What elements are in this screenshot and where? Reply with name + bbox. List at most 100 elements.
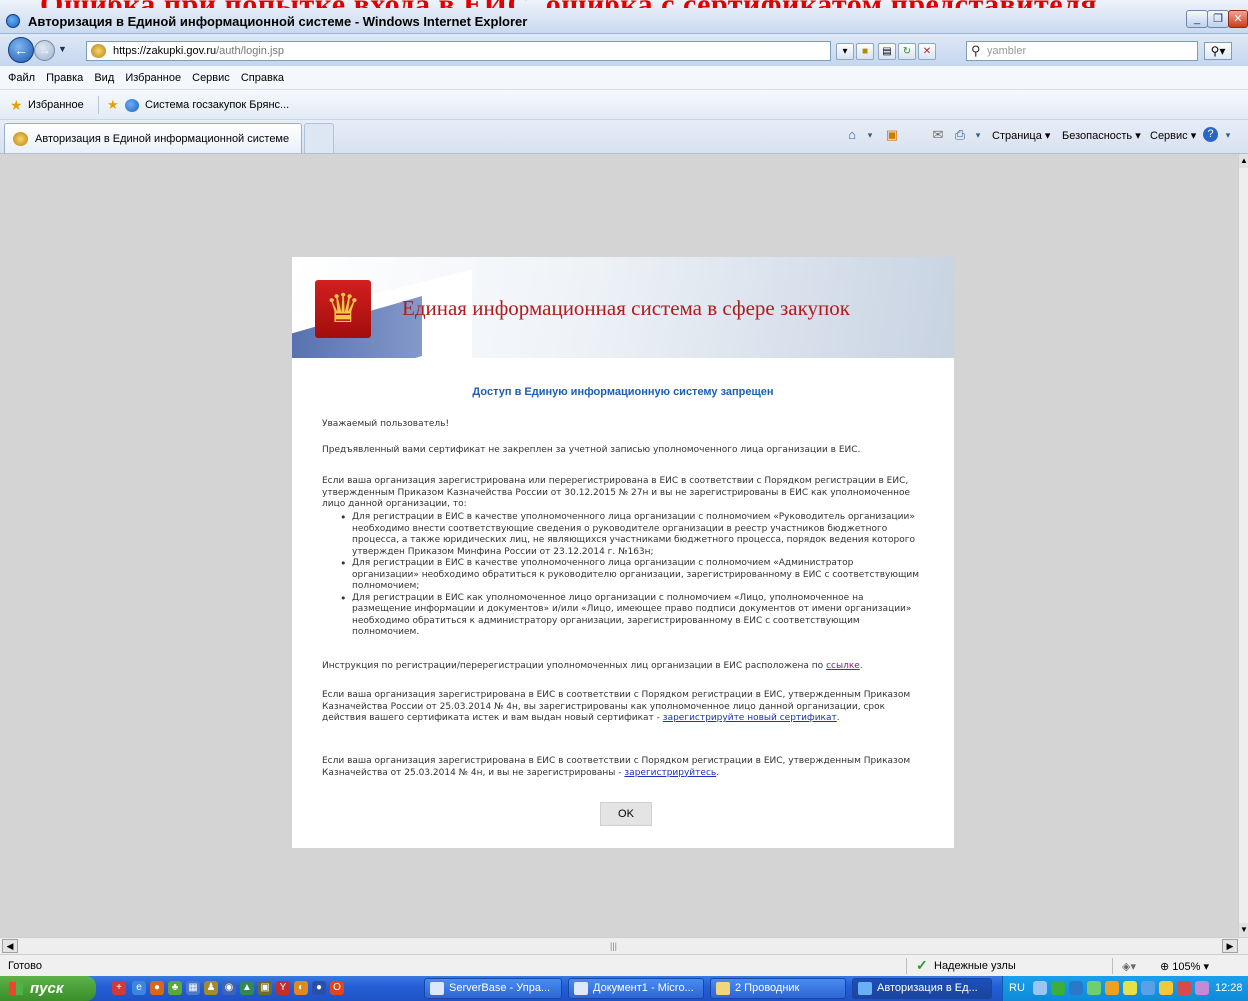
register-link[interactable]: зарегистрируйтесь [624,768,716,778]
quicklaunch-icon[interactable]: ▣ [258,981,272,995]
address-dropdown-icon[interactable]: ▾ [836,43,854,60]
address-field[interactable]: https://zakupki.gov.ru/auth/login.jsp [86,41,831,61]
quicklaunch-icon[interactable]: ♟ [204,981,218,995]
quicklaunch-ie-icon[interactable]: e [132,981,146,995]
lock-icon[interactable]: ■ [856,43,874,60]
scroll-up-icon[interactable]: ▲ [1239,154,1248,168]
scroll-grip-icon[interactable]: ||| [610,941,617,951]
history-dropdown-icon[interactable]: ▼ [58,44,67,54]
tray-icon[interactable] [1177,981,1191,995]
registration-steps-list: Для регистрации в ЕИС в качестве уполном… [322,512,922,639]
start-button[interactable]: пуск [0,976,96,1001]
greeting-text: Уважаемый пользователь! [322,419,450,429]
add-favorite-icon[interactable]: ★ [107,98,119,111]
taskbar-item-serverbase[interactable]: ServerBase - Упра... [424,978,562,999]
ok-button[interactable]: OK [600,802,652,826]
tray-icon[interactable] [1159,981,1173,995]
menu-favorites[interactable]: Избранное [125,72,181,84]
new-certificate-paragraph: Если ваша организация зарегистрирована в… [322,690,911,723]
help-icon[interactable]: ? [1203,127,1218,142]
tray-icon[interactable] [1105,981,1119,995]
status-divider [906,958,907,974]
security-zone[interactable]: Надежные узлы [934,960,1016,972]
quicklaunch-icon[interactable]: ◉ [222,981,236,995]
tray-icon[interactable] [1033,981,1047,995]
internet-explorer-icon [6,14,20,28]
list-item: Для регистрации в ЕИС как уполномоченное… [322,593,922,639]
tools-menu[interactable]: Сервис ▾ [1150,129,1196,142]
windows-taskbar: пуск + e ● ♣ ▦ ♟ ◉ ▲ ▣ Y ◐ ● O ServerBas… [0,976,1248,1001]
quicklaunch-icon[interactable]: ◐ [294,981,308,995]
compatibility-view-icon[interactable]: ▤ [878,43,896,60]
favorites-divider [98,96,99,114]
tray-icon[interactable] [1195,981,1209,995]
menu-tools[interactable]: Сервис [192,72,230,84]
taskbar-item-word[interactable]: Документ1 - Micro... [568,978,704,999]
quicklaunch-icon[interactable]: Y [276,981,290,995]
favorites-button[interactable]: Избранное [28,99,84,111]
home-dropdown-icon[interactable]: ▾ [862,127,878,143]
protected-mode-icon[interactable]: ◈▾ [1122,960,1136,973]
print-icon[interactable]: ⎙ [952,127,968,143]
page-menu[interactable]: Страница ▾ [992,129,1050,142]
search-field[interactable]: ⚲ yambler [966,41,1198,61]
not-registered-paragraph: Если ваша организация зарегистрирована в… [322,756,911,778]
home-icon[interactable]: ⌂ [844,127,860,143]
tray-icon[interactable] [1051,981,1065,995]
menu-file[interactable]: Файл [8,72,35,84]
search-button[interactable]: ⚲▾ [1204,42,1232,60]
folder-icon [716,982,730,995]
zoom-level[interactable]: ⊕ 105% ▾ [1160,960,1209,973]
auth-error-dialog: ♛ Единая информационная система в сфере … [292,257,954,848]
menu-edit[interactable]: Правка [46,72,83,84]
tab-active[interactable]: Авторизация в Единой информационной сист… [4,123,302,153]
vertical-scrollbar[interactable]: ▲ ▼ [1238,154,1248,937]
favorites-star-icon[interactable]: ★ [10,98,23,112]
close-button[interactable]: ✕ [1228,10,1248,28]
not-registered-text: Если ваша организация зарегистрирована в… [322,756,911,778]
scroll-right-icon[interactable]: ▶ [1222,939,1238,953]
taskbar-item-ie[interactable]: Авторизация в Ед... [852,978,992,999]
instruction-link[interactable]: ссылке [826,661,860,671]
instruction-paragraph: Инструкция по регистрации/перерегистраци… [322,661,863,671]
favorite-link[interactable]: Система госзакупок Брянс... [145,99,289,111]
tray-icon[interactable] [1141,981,1155,995]
forward-button[interactable]: → [34,40,55,61]
refresh-icon[interactable]: ↻ [898,43,916,60]
horizontal-scrollbar[interactable]: ◀ ||| ▶ [0,937,1248,954]
security-menu[interactable]: Безопасность ▾ [1062,129,1141,142]
quicklaunch-icon[interactable]: ♣ [168,981,182,995]
back-button[interactable]: ← [8,37,34,63]
windows-flag-icon [9,982,23,995]
register-new-certificate-link[interactable]: зарегистрируйте новый сертификат [663,713,837,723]
print-dropdown-icon[interactable]: ▾ [970,127,986,143]
restore-button[interactable]: ❐ [1207,10,1229,28]
status-divider [1112,958,1113,974]
feeds-icon[interactable]: ▣ [884,127,900,143]
tab-label: Авторизация в Единой информационной сист… [35,133,290,145]
quicklaunch-icon[interactable]: ▦ [186,981,200,995]
scroll-down-icon[interactable]: ▼ [1239,923,1248,937]
new-tab-button[interactable] [304,123,334,153]
quicklaunch-icon[interactable]: ▲ [240,981,254,995]
address-url[interactable]: https://zakupki.gov.ru/auth/login.jsp [113,45,284,57]
help-dropdown-icon[interactable]: ▾ [1220,127,1236,143]
tray-icon[interactable] [1087,981,1101,995]
menu-help[interactable]: Справка [241,72,284,84]
stop-icon[interactable]: ✕ [918,43,936,60]
mail-icon[interactable]: ✉ [930,127,946,143]
quicklaunch-icon[interactable]: ● [150,981,164,995]
taskbar-item-explorer[interactable]: 2 Проводник [710,978,846,999]
menu-view[interactable]: Вид [94,72,114,84]
language-indicator[interactable]: RU [1009,982,1025,994]
word-icon [574,982,588,995]
status-bar: Готово ✓ Надежные узлы ◈▾ ⊕ 105% ▾ [0,954,1248,976]
minimize-button[interactable]: _ [1186,10,1208,28]
clock: 12:28 [1215,982,1243,994]
quicklaunch-icon[interactable]: ● [312,981,326,995]
quicklaunch-icon[interactable]: O [330,981,344,995]
tray-icon[interactable] [1123,981,1137,995]
tray-icon[interactable] [1069,981,1083,995]
quicklaunch-icon[interactable]: + [112,981,126,995]
scroll-left-icon[interactable]: ◀ [2,939,18,953]
